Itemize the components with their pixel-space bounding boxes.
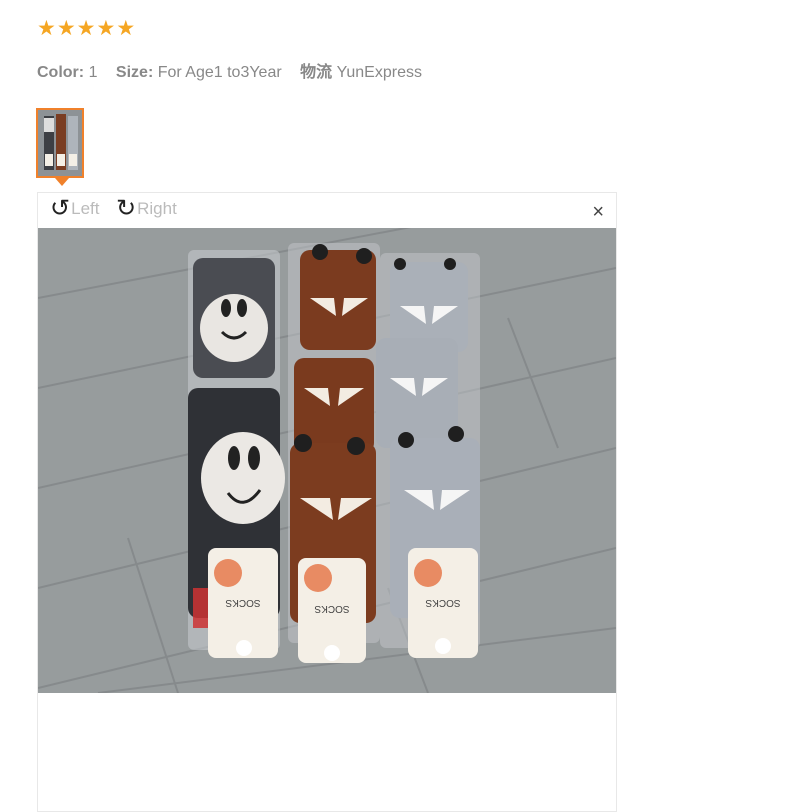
rotate-right-icon: ↻ bbox=[116, 195, 137, 222]
size-label: Size: bbox=[115, 64, 154, 81]
color-label: Color: bbox=[37, 64, 85, 81]
rotate-right-label: Right bbox=[137, 199, 177, 218]
rotate-left-button[interactable]: ↺ Left bbox=[50, 197, 99, 221]
tag-text: SOCKS bbox=[314, 603, 349, 614]
photo-thumbnail[interactable] bbox=[36, 108, 84, 178]
order-properties: Color: 1 Size: For Age1 to3Year 物流 YunEx… bbox=[37, 58, 422, 82]
star-icon: ★ bbox=[56, 17, 76, 40]
rotate-left-label: Left bbox=[71, 199, 100, 218]
size-value: For Age1 to3Year bbox=[157, 64, 282, 81]
star-icon: ★ bbox=[116, 17, 136, 40]
product-tags: SOCKS SOCKS SOCKS bbox=[208, 548, 478, 663]
tag-text: SOCKS bbox=[225, 597, 260, 608]
image-viewer: ↺ Left ↻ Right × SOCKS SOCKS SOCKS bbox=[37, 192, 617, 812]
tag-text: SOCKS bbox=[425, 597, 460, 608]
rating-stars: ★ ★ ★ ★ ★ bbox=[37, 18, 135, 40]
star-icon: ★ bbox=[96, 17, 116, 40]
rotate-left-icon: ↺ bbox=[50, 195, 71, 222]
close-button[interactable]: × bbox=[592, 201, 604, 224]
star-icon: ★ bbox=[37, 17, 56, 40]
star-icon: ★ bbox=[76, 17, 96, 40]
thumbnail-image bbox=[38, 110, 82, 176]
socks-photo-image: SOCKS SOCKS SOCKS bbox=[38, 228, 616, 693]
shipping-label: 物流 bbox=[300, 64, 333, 81]
color-value: 1 bbox=[88, 64, 98, 81]
viewer-toolbar: ↺ Left ↻ Right × bbox=[38, 193, 616, 229]
shipping-value: YunExpress bbox=[336, 64, 422, 81]
rotate-right-button[interactable]: ↻ Right bbox=[116, 197, 177, 221]
thumbnail-pointer bbox=[55, 178, 69, 186]
product-photo: SOCKS SOCKS SOCKS bbox=[38, 228, 616, 693]
